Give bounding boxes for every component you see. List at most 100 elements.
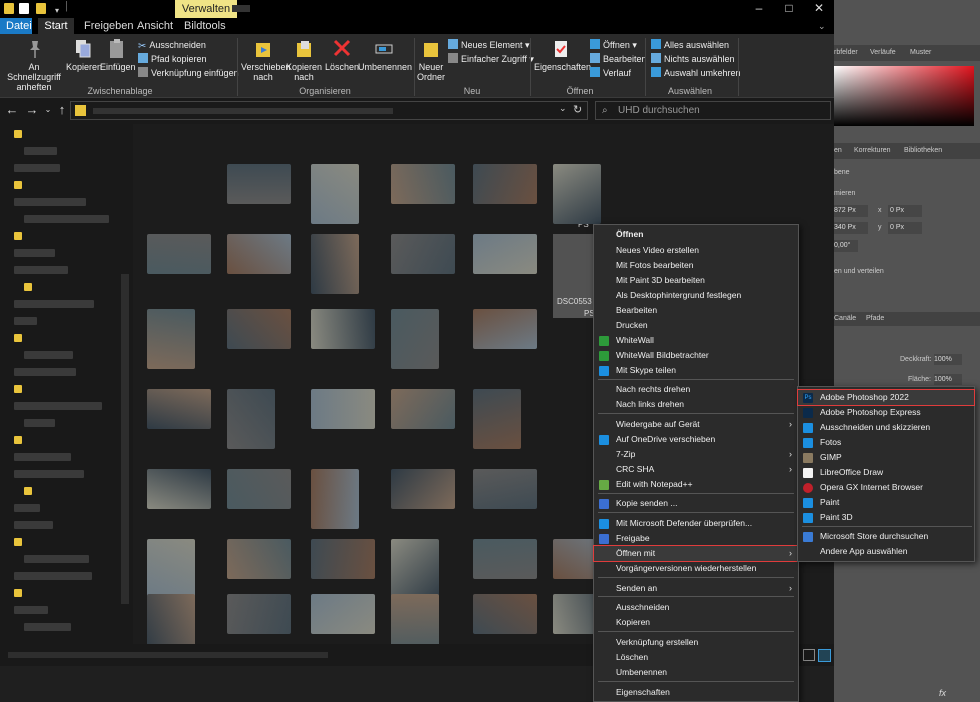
file-thumbnail[interactable]	[391, 539, 439, 599]
color-picker-field[interactable]	[834, 66, 974, 126]
submenu-item-opera-gx[interactable]: Opera GX Internet Browser	[798, 480, 974, 495]
menu-item-create-shortcut[interactable]: Verknüpfung erstellen	[594, 635, 798, 650]
menu-item-restore-versions[interactable]: Vorgängerversionen wiederherstellen	[594, 561, 798, 576]
up-arrow-icon[interactable]: ↑	[54, 102, 70, 118]
edit-button[interactable]: Bearbeiten	[590, 53, 647, 67]
copy-path-button[interactable]: Pfad kopieren	[138, 53, 239, 67]
select-all-button[interactable]: Alles auswählen	[651, 39, 741, 53]
file-thumbnail[interactable]	[311, 389, 375, 429]
nav-tree-item[interactable]	[14, 130, 22, 138]
copy-button[interactable]: Kopieren	[66, 38, 102, 72]
menu-item-edit-paint3d[interactable]: Mit Paint 3D bearbeiten	[594, 273, 798, 288]
menu-item-edit[interactable]: Bearbeiten	[594, 303, 798, 318]
file-thumbnail[interactable]	[147, 539, 195, 599]
menu-item-send-to[interactable]: Senden an ›	[594, 581, 798, 596]
nav-tree-item[interactable]	[14, 385, 22, 393]
file-thumbnail[interactable]	[227, 164, 291, 204]
submenu-item-ms-store[interactable]: Microsoft Store durchsuchen	[798, 529, 974, 544]
tab-swatches[interactable]: rbfelder	[834, 49, 858, 56]
new-folder-icon[interactable]	[36, 3, 46, 14]
opacity-field[interactable]: 100%	[934, 354, 962, 365]
quick-access-dropdown-icon[interactable]: ▾	[55, 6, 59, 15]
file-thumbnail[interactable]	[311, 469, 359, 529]
menu-item-cut[interactable]: Ausschneiden	[594, 600, 798, 615]
ribbon-expand-icon[interactable]: ⌄	[818, 21, 826, 32]
file-thumbnail[interactable]	[147, 309, 195, 369]
submenu-item-paint3d[interactable]: Paint 3D	[798, 510, 974, 525]
nav-tree-item[interactable]	[14, 436, 22, 444]
paste-button[interactable]: Einfügen	[100, 38, 136, 72]
nav-tree-item[interactable]	[14, 300, 94, 308]
menu-item-edit-photos[interactable]: Mit Fotos bearbeiten	[594, 258, 798, 273]
file-thumbnail[interactable]	[391, 469, 455, 509]
nav-tree-item[interactable]	[24, 419, 55, 427]
nav-tree-item[interactable]	[14, 504, 40, 512]
x-field[interactable]: 0 Px	[888, 205, 922, 217]
nav-tree-item[interactable]	[14, 538, 22, 546]
menu-item-move-onedrive[interactable]: Auf OneDrive verschieben	[594, 432, 798, 447]
file-thumbnail[interactable]	[147, 389, 211, 429]
file-thumbnail[interactable]	[227, 594, 291, 634]
file-thumbnail[interactable]	[473, 389, 521, 449]
file-thumbnail[interactable]	[311, 234, 359, 294]
properties-icon[interactable]	[19, 3, 29, 14]
submenu-item-photoshop-express[interactable]: Adobe Photoshop Express	[798, 405, 974, 420]
address-dropdown-icon[interactable]: ⌄	[559, 103, 567, 114]
submenu-item-libreoffice-draw[interactable]: LibreOffice Draw	[798, 465, 974, 480]
nav-tree-item[interactable]	[14, 232, 22, 240]
file-thumbnail[interactable]	[147, 234, 211, 274]
nav-tree-item[interactable]	[14, 368, 76, 376]
file-thumbnail[interactable]	[473, 234, 537, 274]
file-thumbnail[interactable]	[311, 164, 359, 224]
nav-tree-item[interactable]	[14, 606, 48, 614]
file-thumbnail[interactable]	[473, 164, 537, 204]
menu-item-send-copy[interactable]: Kopie senden ...	[594, 496, 798, 511]
tab-patterns[interactable]: Muster	[910, 49, 931, 56]
move-to-button[interactable]: Verschieben nach	[241, 38, 291, 82]
new-item-button[interactable]: Neues Element ▾	[448, 39, 534, 53]
nav-tree-item[interactable]	[24, 487, 32, 495]
rename-button[interactable]: Umbenennen	[358, 38, 412, 72]
nav-tree-item[interactable]	[14, 470, 84, 478]
easy-access-button[interactable]: Einfacher Zugriff ▾	[448, 53, 534, 67]
menu-item-properties[interactable]: Eigenschaften	[594, 685, 798, 700]
paste-shortcut-button[interactable]: Verknüpfung einfügen	[138, 67, 239, 81]
menu-item-copy[interactable]: Kopieren	[594, 615, 798, 630]
file-thumbnail[interactable]	[473, 539, 537, 579]
nav-tree-item[interactable]	[14, 164, 60, 172]
file-thumbnail[interactable]	[227, 234, 291, 274]
invert-selection-button[interactable]: Auswahl umkehren	[651, 67, 741, 81]
nav-tree-item[interactable]	[24, 555, 89, 563]
file-thumbnail[interactable]	[391, 309, 439, 369]
file-thumbnail[interactable]	[227, 389, 275, 449]
menu-item-cast-to-device[interactable]: Wiedergabe auf Gerät ›	[594, 417, 798, 432]
tab-paths[interactable]: Pfade	[866, 315, 884, 322]
copy-to-button[interactable]: Kopieren nach	[285, 38, 323, 82]
file-thumbnail[interactable]	[311, 594, 375, 634]
submenu-item-snip-sketch[interactable]: Ausschneiden und skizzieren	[798, 420, 974, 435]
tab-start[interactable]: Start	[38, 18, 74, 34]
large-icons-view-icon[interactable]	[818, 649, 831, 662]
submenu-item-gimp[interactable]: GIMP	[798, 450, 974, 465]
submenu-item-photoshop-2022[interactable]: Ps Adobe Photoshop 2022	[797, 389, 975, 406]
tab-channels[interactable]: Canäle	[834, 315, 856, 322]
file-thumbnail[interactable]	[147, 469, 211, 509]
file-thumbnail[interactable]	[473, 469, 537, 509]
nav-tree-item[interactable]	[14, 266, 68, 274]
file-thumbnail[interactable]	[473, 594, 537, 634]
menu-item-new-video[interactable]: Neues Video erstellen	[594, 243, 798, 258]
menu-item-rename[interactable]: Umbenennen	[594, 665, 798, 680]
file-thumbnail[interactable]	[473, 309, 537, 349]
file-thumbnail[interactable]	[227, 469, 291, 509]
menu-item-share-skype[interactable]: Mit Skype teilen	[594, 363, 798, 378]
new-folder-button[interactable]: Neuer Ordner	[416, 38, 446, 82]
open-button[interactable]: Öffnen ▾	[590, 39, 647, 53]
submenu-item-choose-app[interactable]: Andere App auswählen	[798, 544, 974, 559]
menu-item-open-with[interactable]: Öffnen mit ›	[593, 545, 799, 562]
tab-picture-tools[interactable]: Bildtools	[178, 18, 232, 34]
back-arrow-icon[interactable]: ←	[4, 102, 20, 118]
menu-item-share[interactable]: Freigabe	[594, 531, 798, 546]
nav-tree-item[interactable]	[24, 283, 32, 291]
delete-button[interactable]: Löschen	[324, 38, 360, 72]
close-button[interactable]: ✕	[804, 0, 834, 18]
